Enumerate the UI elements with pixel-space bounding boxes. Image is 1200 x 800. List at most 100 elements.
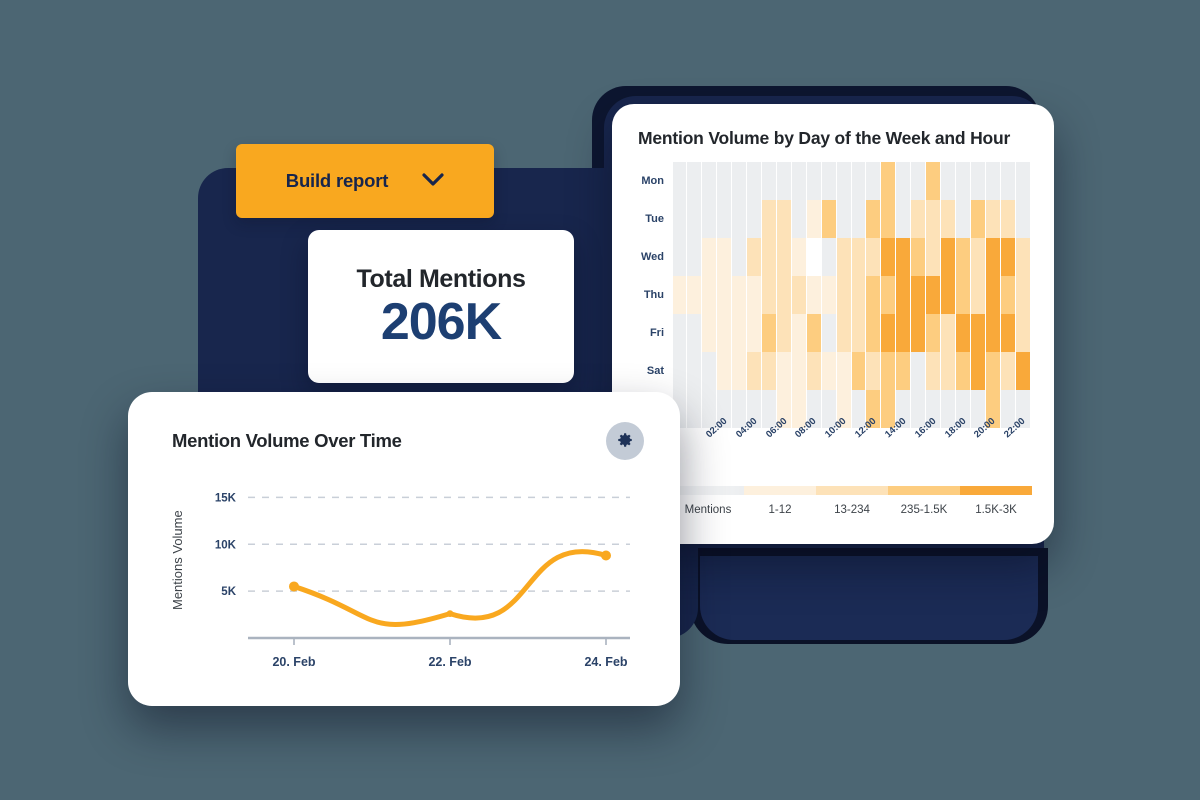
heatmap-cell[interactable] (926, 276, 941, 314)
heatmap-cell[interactable] (806, 238, 821, 276)
heatmap-cell[interactable] (791, 162, 806, 200)
heatmap-cell[interactable] (836, 276, 851, 314)
heatmap-cell[interactable] (747, 200, 762, 238)
heatmap-cell[interactable] (821, 352, 836, 390)
heatmap-cell[interactable] (791, 276, 806, 314)
heatmap-cell[interactable] (776, 162, 791, 200)
heatmap-cell[interactable] (866, 238, 881, 276)
heatmap-cell[interactable] (851, 314, 866, 352)
heatmap-cell[interactable] (881, 314, 896, 352)
heatmap-cell[interactable] (776, 276, 791, 314)
heatmap-cell[interactable] (985, 200, 1000, 238)
heatmap-cell[interactable] (896, 314, 911, 352)
heatmap-cell[interactable] (747, 238, 762, 276)
heatmap-cell[interactable] (821, 200, 836, 238)
heatmap-cell[interactable] (941, 276, 956, 314)
heatmap-cell[interactable] (672, 162, 687, 200)
heatmap-cell[interactable] (970, 200, 985, 238)
heatmap-cell[interactable] (762, 200, 776, 238)
heatmap-cell[interactable] (806, 162, 821, 200)
heatmap-cell[interactable] (687, 162, 702, 200)
heatmap-cell[interactable] (732, 162, 747, 200)
heatmap-cell[interactable] (747, 352, 762, 390)
heatmap-cell[interactable] (866, 314, 881, 352)
line-chart-data-point[interactable] (289, 581, 299, 592)
heatmap-cell[interactable] (717, 314, 732, 352)
heatmap-cell[interactable] (911, 162, 926, 200)
heatmap-cell[interactable] (956, 314, 970, 352)
heatmap-cell[interactable] (747, 162, 762, 200)
heatmap-cell[interactable] (1000, 352, 1015, 390)
heatmap-cell[interactable] (866, 162, 881, 200)
heatmap-cell[interactable] (851, 352, 866, 390)
heatmap-cell[interactable] (791, 314, 806, 352)
heatmap-cell[interactable] (896, 200, 911, 238)
heatmap-cell[interactable] (1000, 276, 1015, 314)
heatmap-cell[interactable] (911, 238, 926, 276)
heatmap-cell[interactable] (941, 314, 956, 352)
heatmap-cell[interactable] (866, 276, 881, 314)
heatmap-cell[interactable] (806, 314, 821, 352)
heatmap-cell[interactable] (747, 276, 762, 314)
heatmap-cell[interactable] (836, 352, 851, 390)
heatmap-cell[interactable] (717, 200, 732, 238)
chart-settings-button[interactable] (606, 422, 644, 460)
heatmap-cell[interactable] (672, 238, 687, 276)
line-chart-data-point[interactable] (446, 610, 454, 618)
heatmap-cell[interactable] (806, 200, 821, 238)
heatmap-cell[interactable] (836, 314, 851, 352)
heatmap-cell[interactable] (821, 238, 836, 276)
heatmap-cell[interactable] (806, 276, 821, 314)
heatmap-cell[interactable] (717, 352, 732, 390)
heatmap-cell[interactable] (926, 238, 941, 276)
heatmap-cell[interactable] (747, 314, 762, 352)
heatmap-cell[interactable] (881, 352, 896, 390)
heatmap-cell[interactable] (1000, 162, 1015, 200)
heatmap-cell[interactable] (806, 352, 821, 390)
heatmap-cell[interactable] (702, 200, 717, 238)
heatmap-cell[interactable] (896, 238, 911, 276)
line-chart-data-point[interactable] (601, 550, 611, 561)
heatmap-cell[interactable] (926, 200, 941, 238)
heatmap-cell[interactable] (985, 352, 1000, 390)
heatmap-cell[interactable] (836, 238, 851, 276)
heatmap-cell[interactable] (776, 314, 791, 352)
heatmap-cell[interactable] (985, 162, 1000, 200)
heatmap-cell[interactable] (836, 200, 851, 238)
heatmap-cell[interactable] (762, 352, 776, 390)
heatmap-cell[interactable] (702, 352, 717, 390)
heatmap-cell[interactable] (836, 162, 851, 200)
heatmap-cell[interactable] (672, 314, 687, 352)
heatmap-cell[interactable] (956, 276, 970, 314)
heatmap-cell[interactable] (881, 162, 896, 200)
heatmap-cell[interactable] (762, 314, 776, 352)
heatmap-cell[interactable] (1015, 276, 1030, 314)
heatmap-cell[interactable] (941, 200, 956, 238)
heatmap-cell[interactable] (717, 238, 732, 276)
heatmap-cell[interactable] (672, 352, 687, 390)
heatmap-cell[interactable] (1015, 352, 1030, 390)
heatmap-cell[interactable] (970, 162, 985, 200)
heatmap-cell[interactable] (687, 276, 702, 314)
heatmap-cell[interactable] (956, 238, 970, 276)
heatmap-cell[interactable] (672, 200, 687, 238)
heatmap-cell[interactable] (732, 238, 747, 276)
heatmap-cell[interactable] (1015, 200, 1030, 238)
build-report-button[interactable]: Build report (236, 144, 494, 218)
heatmap-cell[interactable] (851, 276, 866, 314)
heatmap-cell[interactable] (941, 162, 956, 200)
heatmap-cell[interactable] (926, 314, 941, 352)
heatmap-cell[interactable] (985, 238, 1000, 276)
heatmap-cell[interactable] (881, 200, 896, 238)
heatmap-cell[interactable] (956, 162, 970, 200)
heatmap-cell[interactable] (791, 352, 806, 390)
heatmap-cell[interactable] (762, 162, 776, 200)
heatmap-cell[interactable] (1000, 314, 1015, 352)
heatmap-cell[interactable] (776, 352, 791, 390)
heatmap-cell[interactable] (866, 352, 881, 390)
heatmap-cell[interactable] (911, 314, 926, 352)
heatmap-cell[interactable] (881, 276, 896, 314)
heatmap-cell[interactable] (791, 238, 806, 276)
heatmap-cell[interactable] (776, 200, 791, 238)
heatmap-cell[interactable] (956, 352, 970, 390)
